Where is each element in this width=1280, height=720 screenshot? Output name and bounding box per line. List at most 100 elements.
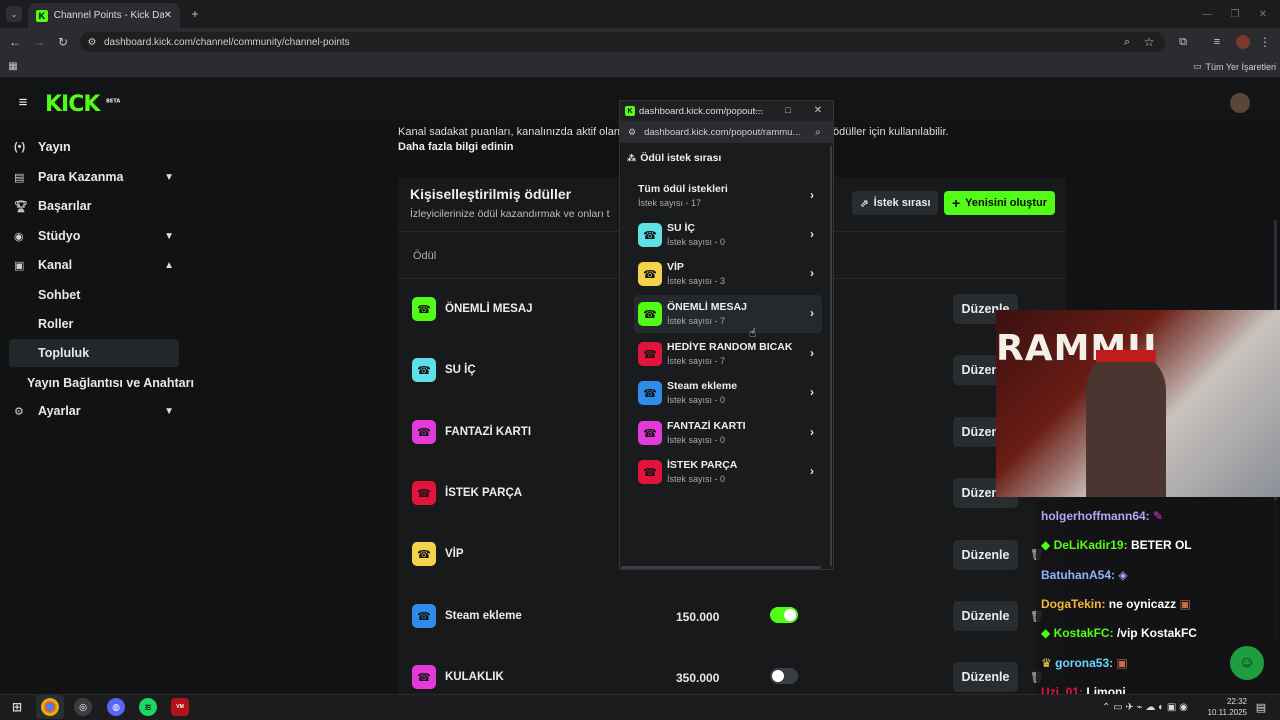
streamer-figure [1086, 350, 1166, 497]
queue-row[interactable]: ☎ VİP İstek sayısı - 3 › [634, 255, 822, 293]
chat-username: gorona53: [1055, 656, 1114, 670]
chat-support-icon[interactable]: ☺ [1230, 646, 1264, 680]
sidebar-item-sohbet[interactable]: Sohbet [38, 288, 80, 302]
sidebar-item-para-kazanma[interactable]: ▤ Para Kazanma ▼ [14, 163, 180, 191]
sidebar-item-roller[interactable]: Roller [38, 317, 73, 331]
queue-item-name: FANTAZİ KARTI [667, 420, 746, 432]
voicemeeter-icon[interactable]: VM [171, 698, 189, 716]
queue-row[interactable]: ☎ FANTAZİ KARTI İstek sayısı - 0 › [634, 414, 822, 452]
sidebar-item-label: Para Kazanma [38, 170, 124, 184]
sidebar-item-ayarlar[interactable]: ⚙ Ayarlar ▼ [14, 397, 180, 425]
edit-button[interactable]: Düzenle [953, 662, 1018, 692]
tab-close-icon[interactable]: ✕ [164, 10, 172, 21]
create-new-button[interactable]: + Yenisini oluştur [944, 191, 1055, 215]
queue-row[interactable]: ☎ Steam ekleme İstek sayısı - 0 › [634, 374, 822, 412]
back-icon[interactable]: ← [8, 34, 22, 50]
reward-ticket-icon: ☎ [638, 460, 662, 484]
popout-maximize-icon[interactable]: □ [782, 104, 794, 116]
reward-ticket-icon: ☎ [412, 604, 436, 628]
sidebar-item-kanal[interactable]: ▣ Kanal ▲ [14, 251, 180, 279]
reward-ticket-icon: ☎ [638, 342, 662, 366]
profile-avatar[interactable] [1236, 35, 1250, 49]
popout-title: dashboard.kick.com/popout... [639, 105, 764, 117]
hamburger-menu-icon[interactable]: ≡ [15, 94, 31, 111]
request-queue-button[interactable]: ⇗ İstek sırası [852, 191, 938, 215]
queue-row[interactable]: ☎ SU İÇ İstek sayısı - 0 › [634, 216, 822, 254]
user-avatar[interactable] [1230, 93, 1250, 113]
reward-cost: 150.000 [676, 610, 720, 624]
all-bookmarks-link[interactable]: ▭ Tüm Yer İşaretleri [1193, 61, 1276, 72]
sidebar-item-yayin[interactable]: (•) Yayın [14, 133, 180, 161]
sidebar-item-topluluk[interactable]: Topluluk [38, 346, 89, 360]
clock[interactable]: 22:32 10.11.2025 [1203, 696, 1247, 718]
plus-icon: + [951, 195, 961, 211]
restore-icon[interactable]: ❐ [1228, 7, 1242, 21]
queue-item-count: İstek sayısı - 0 [667, 474, 726, 484]
zoom-icon[interactable]: ⌕ [812, 126, 824, 138]
chat-message: ◆ KostakFC: /vip KostakFC [1041, 626, 1197, 640]
reward-name: ÖNEMLİ MESAJ [445, 303, 533, 315]
toggle-knob [772, 670, 784, 682]
minimize-icon[interactable]: — [1200, 7, 1214, 21]
edit-button[interactable]: Düzenle [953, 601, 1018, 631]
forward-icon[interactable]: → [32, 34, 46, 50]
browser-tab[interactable]: K Channel Points - Kick Dashboa ✕ [28, 3, 180, 28]
chevron-up-icon: ▲ [164, 259, 174, 271]
app-icon[interactable]: ◎ [74, 698, 92, 716]
reward-ticket-icon: ☎ [638, 223, 662, 247]
apps-grid-icon[interactable]: ▦ [7, 60, 19, 72]
crown-badge-icon: ♛ [1041, 656, 1052, 670]
chevron-right-icon: › [810, 188, 814, 202]
tab-search-icon[interactable]: ⌄ [6, 6, 22, 22]
sidebar-item-basarilar[interactable]: 🏆︎ Başarılar [14, 192, 180, 220]
reward-ticket-icon: ☎ [638, 381, 662, 405]
extensions-icon[interactable]: ⧉ [1176, 35, 1190, 49]
windows-start-icon[interactable]: ⊞ [8, 698, 26, 716]
queue-row-all[interactable]: Tüm ödül istekleri İstek sayısı - 17 › [634, 177, 822, 215]
queue-row-hovered[interactable]: ☎ ÖNEMLİ MESAJ İstek sayısı - 7 › [634, 295, 822, 333]
popout-titlebar: K dashboard.kick.com/popout... [620, 101, 833, 121]
edit-button[interactable]: Düzenle [953, 540, 1018, 570]
chrome-icon[interactable] [41, 698, 59, 716]
reward-enabled-toggle[interactable] [770, 668, 798, 684]
popout-minimize-icon[interactable]: — [752, 104, 764, 116]
queue-header-label: Ödül istek sırası [640, 152, 722, 164]
close-window-icon[interactable]: ✕ [1256, 7, 1270, 21]
reward-enabled-toggle[interactable] [770, 607, 798, 623]
popout-vertical-scrollbar[interactable] [830, 146, 832, 566]
queue-item-count: İstek sayısı - 0 [667, 395, 726, 405]
chevron-right-icon: › [810, 346, 814, 360]
zoom-icon[interactable]: ⌕ [1120, 35, 1134, 49]
popout-url-bar[interactable]: ⚙ dashboard.kick.com/popout/rammu... [620, 121, 833, 143]
url-text[interactable]: dashboard.kick.com/channel/community/cha… [104, 37, 350, 48]
section-title: Kişiselleştirilmiş ödüller [410, 186, 572, 202]
site-info-icon[interactable]: ⚙ [86, 35, 98, 49]
kick-logo[interactable]: KICK BETA [45, 92, 120, 117]
chat-message: ◆ DeLiKadir19: BETER OL [1041, 538, 1192, 552]
chat-username: DogaTekin: [1041, 597, 1106, 611]
browser-menu-icon[interactable]: ⋮ [1258, 35, 1272, 49]
request-queue-label: İstek sırası [873, 197, 931, 209]
webcam-overlay: RAMMU [996, 310, 1280, 497]
media-icon[interactable]: ≡ [1210, 35, 1224, 49]
reload-icon[interactable]: ↻ [56, 34, 70, 50]
system-tray-icons[interactable]: ⌃ ▭ ✈ ⌁ ☁ ◐ ▣ ◉ [1102, 702, 1188, 713]
learn-more-link[interactable]: Daha fazla bilgi edinin [398, 141, 514, 153]
sidebar-item-stream-key[interactable]: Yayın Bağlantısı ve Anahtarı [27, 376, 194, 390]
queue-row[interactable]: ☎ İSTEK PARÇA İstek sayısı - 0 › [634, 453, 822, 491]
chat-username: DeLiKadir19: [1053, 538, 1128, 552]
discord-icon[interactable]: ◍ [107, 698, 125, 716]
sidebar-item-studyo[interactable]: ◉ Stüdyo ▼ [14, 222, 180, 250]
sidebar-item-label: Yayın [38, 140, 71, 154]
popout-scrollbar[interactable] [621, 566, 821, 569]
new-tab-icon[interactable]: + [188, 7, 202, 21]
broadcast-icon: (•) [14, 141, 26, 153]
bookmark-star-icon[interactable]: ☆ [1142, 35, 1156, 49]
chat-text: ne oynicazz [1108, 597, 1177, 611]
monetize-icon: ▤ [14, 171, 25, 184]
notification-icon[interactable]: ▤ [1252, 698, 1270, 716]
queue-item-count: İstek sayısı - 3 [667, 276, 726, 286]
queue-row[interactable]: ☎ HEDİYE RANDOM BICAK İstek sayısı - 7 › [634, 335, 822, 373]
popout-close-icon[interactable]: ✕ [812, 104, 824, 116]
spotify-icon[interactable]: ≋ [139, 698, 157, 716]
